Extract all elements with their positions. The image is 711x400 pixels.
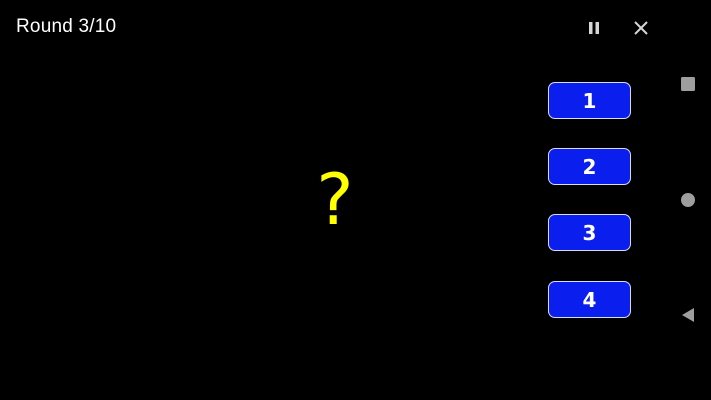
- answer-button-4[interactable]: 4: [548, 281, 631, 318]
- close-icon-glyph: [634, 21, 648, 35]
- back-button[interactable]: [674, 301, 702, 329]
- square-icon: [681, 77, 695, 91]
- triangle-back-icon: [682, 308, 694, 322]
- game-screen: Round 3/10 ? 1 2 3 4: [0, 0, 711, 400]
- round-counter: Round 3/10: [16, 16, 117, 37]
- recents-button[interactable]: [674, 70, 702, 98]
- pause-icon[interactable]: [580, 14, 608, 42]
- question-prompt: ?: [316, 159, 354, 241]
- answer-button-1[interactable]: 1: [548, 82, 631, 119]
- circle-icon: [681, 193, 695, 207]
- pause-icon-glyph: [589, 22, 599, 34]
- answer-button-2[interactable]: 2: [548, 148, 631, 185]
- close-icon[interactable]: [627, 14, 655, 42]
- home-button[interactable]: [674, 186, 702, 214]
- answer-button-3[interactable]: 3: [548, 214, 631, 251]
